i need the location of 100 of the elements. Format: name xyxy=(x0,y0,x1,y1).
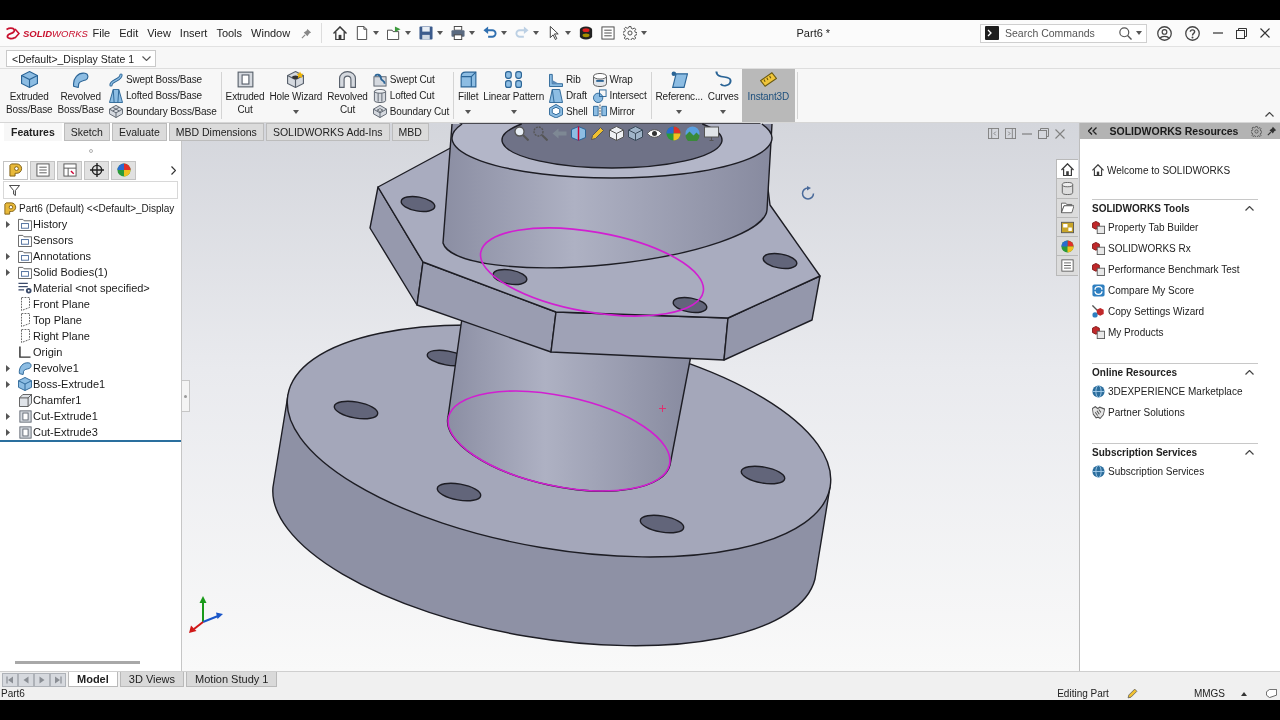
list-sheet-icon[interactable] xyxy=(600,26,615,40)
tree-item[interactable]: Revolve1 xyxy=(33,362,79,374)
printer-icon[interactable] xyxy=(450,26,465,40)
command-button[interactable]: Extruded Cut xyxy=(223,69,267,122)
command-button[interactable]: Swept Cut xyxy=(370,72,452,88)
caret-down-icon[interactable] xyxy=(720,109,727,114)
selected-edge[interactable] xyxy=(479,227,705,317)
caret-down-icon[interactable] xyxy=(1136,31,1142,35)
bottom-tab[interactable]: Motion Study 1 xyxy=(186,672,278,687)
resource-link[interactable]: Copy Settings Wizard xyxy=(1108,306,1205,317)
close-icon[interactable] xyxy=(1260,28,1270,38)
resource-link[interactable]: Partner Solutions xyxy=(1108,407,1185,418)
tree-item[interactable]: Solid Bodies(1) xyxy=(33,266,108,278)
tree-item[interactable]: Chamfer1 xyxy=(33,394,82,406)
expand-arrow-icon[interactable] xyxy=(6,364,10,372)
menu-item[interactable]: Tools xyxy=(211,24,247,42)
color-ball-icon[interactable] xyxy=(666,126,681,141)
command-button[interactable]: Rib xyxy=(547,72,590,88)
command-button[interactable]: Boundary Cut xyxy=(370,103,452,119)
splitter-handle[interactable] xyxy=(182,380,190,412)
gear-icon[interactable] xyxy=(1251,125,1262,137)
pencil-icon[interactable] xyxy=(590,126,605,141)
command-tab[interactable]: Features xyxy=(4,123,62,141)
pin-icon[interactable] xyxy=(1267,126,1277,136)
tree-item[interactable]: History xyxy=(33,218,68,230)
expand-arrow-icon[interactable] xyxy=(6,268,10,276)
caret-down-icon[interactable] xyxy=(640,31,647,35)
menu-item[interactable]: View xyxy=(142,24,176,42)
shaded-cube-icon[interactable] xyxy=(628,126,643,141)
resource-link[interactable]: Welcome to SOLIDWORKS xyxy=(1107,164,1231,176)
caret-up-icon[interactable] xyxy=(1245,450,1254,455)
magnifier-icon[interactable] xyxy=(514,126,529,141)
command-button[interactable]: Draft xyxy=(547,87,590,104)
expand-arrow-icon[interactable] xyxy=(6,428,10,436)
command-button[interactable]: Revolved Boss/Base xyxy=(55,69,106,122)
caret-down-icon[interactable] xyxy=(510,109,517,114)
search-icon[interactable] xyxy=(1119,26,1132,40)
filter-field[interactable] xyxy=(3,181,178,199)
caret-down-icon[interactable] xyxy=(465,109,472,114)
menu-item[interactable]: Insert xyxy=(175,24,212,42)
command-button[interactable]: Instant3D xyxy=(741,69,796,122)
view-cube-icon[interactable] xyxy=(609,126,624,141)
command-button[interactable]: Mirror xyxy=(590,103,649,119)
chevron-right-icon[interactable] xyxy=(171,165,176,175)
command-button[interactable]: Linear Pattern xyxy=(481,69,547,122)
caret-down-icon[interactable] xyxy=(564,31,571,35)
command-button[interactable]: Extruded Boss/Base xyxy=(4,69,55,122)
task-pane-tab[interactable] xyxy=(1056,197,1078,218)
command-button[interactable]: Curves xyxy=(705,69,741,122)
help-icon[interactable] xyxy=(1185,25,1200,41)
tree-item[interactable]: Annotations xyxy=(33,250,92,262)
restore-icon[interactable] xyxy=(1236,27,1247,39)
command-button[interactable]: Fillet xyxy=(456,69,481,122)
tree-item[interactable]: Top Plane xyxy=(33,314,82,326)
resource-link[interactable]: Subscription Services xyxy=(1108,466,1205,477)
scrollbar-thumb[interactable] xyxy=(15,661,140,664)
command-button[interactable]: Intersect xyxy=(590,87,649,104)
caret-up-icon[interactable] xyxy=(1245,206,1254,211)
command-tab[interactable]: Sketch xyxy=(63,123,110,141)
tree-item[interactable]: Boss-Extrude1 xyxy=(33,378,106,390)
tree-item[interactable]: Right Plane xyxy=(33,330,90,342)
eye-icon[interactable] xyxy=(647,126,662,141)
command-button[interactable]: Boundary Boss/Base xyxy=(106,103,219,119)
expand-arrow-icon[interactable] xyxy=(6,380,10,388)
tile-right-icon[interactable] xyxy=(1005,128,1016,139)
resource-link[interactable]: Compare My Score xyxy=(1108,285,1195,296)
command-button[interactable]: Lofted Cut xyxy=(370,87,452,104)
undo-arrow-icon[interactable] xyxy=(482,26,497,40)
expand-arrow-icon[interactable] xyxy=(6,412,10,420)
command-button[interactable]: Wrap xyxy=(590,72,649,88)
menu-item[interactable]: File xyxy=(88,24,115,42)
tree-item[interactable]: Origin xyxy=(33,346,63,358)
command-tab[interactable]: MBD xyxy=(391,123,429,141)
command-button[interactable]: Lofted Boss/Base xyxy=(106,87,219,104)
monitor-icon[interactable] xyxy=(704,126,719,141)
expand-arrow-icon[interactable] xyxy=(6,252,10,260)
caret-down-icon[interactable] xyxy=(676,109,683,114)
command-tab[interactable]: SOLIDWORKS Add-Ins xyxy=(265,123,390,141)
command-button[interactable]: Referenc... xyxy=(653,69,705,122)
menu-item[interactable]: Edit xyxy=(114,24,143,42)
resource-link[interactable]: Performance Benchmark Test xyxy=(1108,264,1240,275)
triangle-up-icon[interactable] xyxy=(1241,691,1247,696)
command-tab[interactable]: MBD Dimensions xyxy=(168,123,264,141)
tree-item[interactable]: Material <not specified> xyxy=(33,282,150,294)
command-button[interactable]: Hole Wizard xyxy=(267,69,325,122)
pin-icon[interactable] xyxy=(300,27,312,39)
tree-item[interactable]: Cut-Extrude1 xyxy=(33,410,98,422)
traffic-light-icon[interactable] xyxy=(578,26,593,40)
bottom-tab[interactable]: 3D Views xyxy=(119,672,185,687)
home-icon[interactable] xyxy=(332,26,347,40)
menu-item[interactable]: Window xyxy=(246,24,295,42)
task-pane-tab[interactable] xyxy=(1056,159,1078,180)
command-button[interactable]: Revolved Cut xyxy=(325,69,370,122)
tree-item[interactable]: Cut-Extrude3 xyxy=(33,426,98,438)
command-button[interactable]: Shell xyxy=(547,103,590,119)
caret-up-icon[interactable] xyxy=(1265,112,1274,117)
document-icon[interactable] xyxy=(354,26,369,40)
caret-down-icon[interactable] xyxy=(436,31,443,35)
user-icon[interactable] xyxy=(1157,25,1172,41)
display-state-dropdown[interactable]: <Default>_Display State 1 xyxy=(6,50,156,67)
